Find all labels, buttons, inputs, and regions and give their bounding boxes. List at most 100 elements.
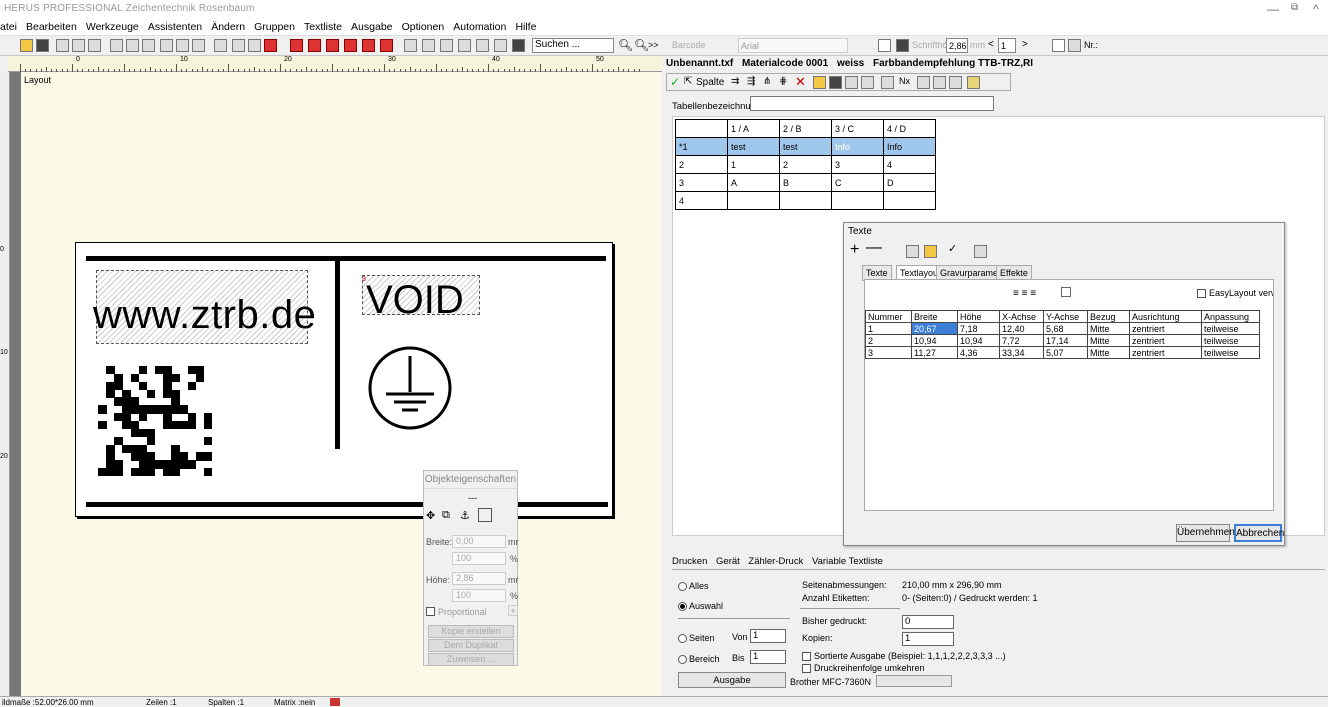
- von-input[interactable]: 1: [750, 629, 786, 643]
- texte-cell[interactable]: 1: [865, 322, 912, 335]
- text-align-icon[interactable]: ≡ ≡ ≡: [1013, 288, 1036, 299]
- table-cell[interactable]: [831, 191, 884, 210]
- frame-left-icon[interactable]: [160, 39, 173, 52]
- menu-aendern[interactable]: Ändern: [208, 18, 248, 33]
- minimize-icon[interactable]: —: [1267, 2, 1279, 16]
- layer-6-icon[interactable]: [380, 39, 393, 52]
- texte-cell[interactable]: 7,72: [999, 334, 1044, 347]
- anchor-icon[interactable]: ⚓︎: [460, 509, 470, 522]
- table-cell[interactable]: 1: [727, 155, 780, 174]
- ungroup-icon[interactable]: [476, 39, 489, 52]
- layer-1-icon[interactable]: [290, 39, 303, 52]
- seiten-radio[interactable]: [678, 634, 687, 644]
- breite-percent-input[interactable]: 100: [452, 552, 506, 565]
- col-header[interactable]: 4 / D: [883, 119, 936, 138]
- table-cell[interactable]: test: [727, 137, 780, 156]
- list-icon[interactable]: [214, 39, 227, 52]
- row-id[interactable]: 2: [675, 155, 728, 174]
- sortiert-checkbox[interactable]: [802, 652, 811, 662]
- reihenfolge-option[interactable]: Druckreihenfolge umkehren: [802, 663, 925, 674]
- menu-datei[interactable]: atei: [0, 18, 20, 33]
- shape-icon[interactable]: [440, 39, 453, 52]
- texte-cell[interactable]: 3: [865, 346, 912, 359]
- copy-icon[interactable]: [72, 39, 85, 52]
- add-text-icon[interactable]: +: [850, 241, 859, 259]
- texte-cell[interactable]: 33,34: [999, 346, 1044, 359]
- hoehe-input[interactable]: 2,86: [452, 572, 506, 585]
- line-tool-icon[interactable]: [248, 39, 261, 52]
- alles-option[interactable]: Alles: [678, 581, 709, 592]
- table-print-icon[interactable]: [845, 76, 858, 89]
- texte-cell[interactable]: teilweise: [1201, 322, 1260, 335]
- texte-row[interactable]: 3 11,27 4,36 33,34 5,07 Mitte zentriert …: [865, 346, 1260, 359]
- texte-open-icon[interactable]: [924, 245, 937, 258]
- zuweisen-button[interactable]: Zuweisen ...: [428, 653, 514, 666]
- next-page-button[interactable]: >: [1022, 39, 1028, 50]
- layer-4-icon[interactable]: [344, 39, 357, 52]
- layer-2-icon[interactable]: [308, 39, 321, 52]
- texte-cell[interactable]: teilweise: [1201, 334, 1260, 347]
- menu-ausgabe[interactable]: Ausgabe: [348, 18, 395, 33]
- table-cell[interactable]: A: [727, 173, 780, 192]
- menu-gruppen[interactable]: Gruppen: [251, 18, 298, 33]
- move-icon[interactable]: ✥: [426, 509, 435, 522]
- save-icon[interactable]: [36, 39, 49, 52]
- table-row[interactable]: 3 A B C D: [675, 173, 936, 192]
- menu-textliste[interactable]: Textliste: [301, 18, 345, 33]
- sortiert-option[interactable]: Sortierte Ausgabe (Beispiel: 1,1,1,2,2,2…: [802, 651, 1006, 662]
- doc-tab-color[interactable]: weiss: [837, 58, 864, 69]
- datamatrix-code[interactable]: [98, 366, 213, 477]
- menu-werkzeuge[interactable]: Werkzeuge: [83, 18, 142, 33]
- duplikat-zuweisen-button[interactable]: Dem Duplikat zuweisen ...: [428, 639, 514, 660]
- texte-cell[interactable]: 2: [865, 334, 912, 347]
- text-frame-icon[interactable]: [1061, 287, 1071, 297]
- texte-cell[interactable]: Mitte: [1087, 322, 1130, 335]
- menu-hilfe[interactable]: Hilfe: [512, 18, 539, 33]
- search-icon[interactable]: 🔍︎: [618, 38, 633, 52]
- kopien-input[interactable]: 1: [902, 632, 954, 646]
- texte-row[interactable]: 1 20,67 7,18 12,40 5,68 Mitte zentriert …: [865, 322, 1260, 335]
- seiten-option[interactable]: Seiten: [678, 633, 715, 644]
- void-text[interactable]: VOID: [366, 278, 464, 323]
- tab-drucken[interactable]: Drucken: [672, 556, 707, 567]
- grid-icon[interactable]: [1052, 39, 1065, 52]
- texte-cell[interactable]: 12,40: [999, 322, 1044, 335]
- table-cell[interactable]: 3: [831, 155, 884, 174]
- check-icon[interactable]: ✓: [670, 75, 680, 89]
- circle-icon[interactable]: [494, 39, 507, 52]
- fill-frame-icon[interactable]: [896, 39, 909, 52]
- printer-icon[interactable]: [1068, 39, 1081, 52]
- mirror-icon[interactable]: [404, 39, 417, 52]
- table-cell[interactable]: 4: [883, 155, 936, 174]
- prev-page-button[interactable]: <: [988, 39, 994, 50]
- row-id[interactable]: *1: [675, 137, 728, 156]
- ausgabe-button[interactable]: Ausgabe: [678, 672, 786, 688]
- uebernehmen-button[interactable]: Übernehmen: [1176, 524, 1235, 542]
- menu-bearbeiten[interactable]: Bearbeiten: [23, 18, 80, 33]
- reihenfolge-checkbox[interactable]: [802, 664, 811, 674]
- texte-cell[interactable]: Mitte: [1087, 334, 1130, 347]
- tab-variable-textliste[interactable]: Variable Textliste: [812, 556, 883, 567]
- auswahl-option[interactable]: Auswahl: [678, 601, 723, 612]
- table-cell[interactable]: C: [831, 173, 884, 192]
- hoehe-percent-input[interactable]: 100: [452, 589, 506, 602]
- tab-zaehler-druck[interactable]: Zähler-Druck: [748, 556, 803, 567]
- corner-cell[interactable]: [675, 119, 728, 138]
- texte-cell[interactable]: 10,94: [911, 334, 958, 347]
- doc-tab-file[interactable]: Unbenannt.txf: [666, 58, 733, 69]
- layer-5-icon[interactable]: [362, 39, 375, 52]
- table-cell[interactable]: 2: [779, 155, 832, 174]
- restore-icon[interactable]: ⧉: [1291, 2, 1298, 13]
- table-save-icon[interactable]: [829, 76, 842, 89]
- col-header[interactable]: 2 / B: [779, 119, 832, 138]
- insert-right-icon[interactable]: ⇶: [747, 76, 755, 87]
- texte-import-icon[interactable]: [974, 245, 987, 258]
- texte-cell[interactable]: 5,07: [1043, 346, 1088, 359]
- table-cell[interactable]: [727, 191, 780, 210]
- texte-copy-icon[interactable]: [906, 245, 919, 258]
- table-left-icon[interactable]: [917, 76, 930, 89]
- url-text[interactable]: www.ztrb.de: [93, 293, 316, 338]
- texte-cell[interactable]: 11,27: [911, 346, 958, 359]
- table-cell[interactable]: test: [779, 137, 832, 156]
- table-cell[interactable]: D: [883, 173, 936, 192]
